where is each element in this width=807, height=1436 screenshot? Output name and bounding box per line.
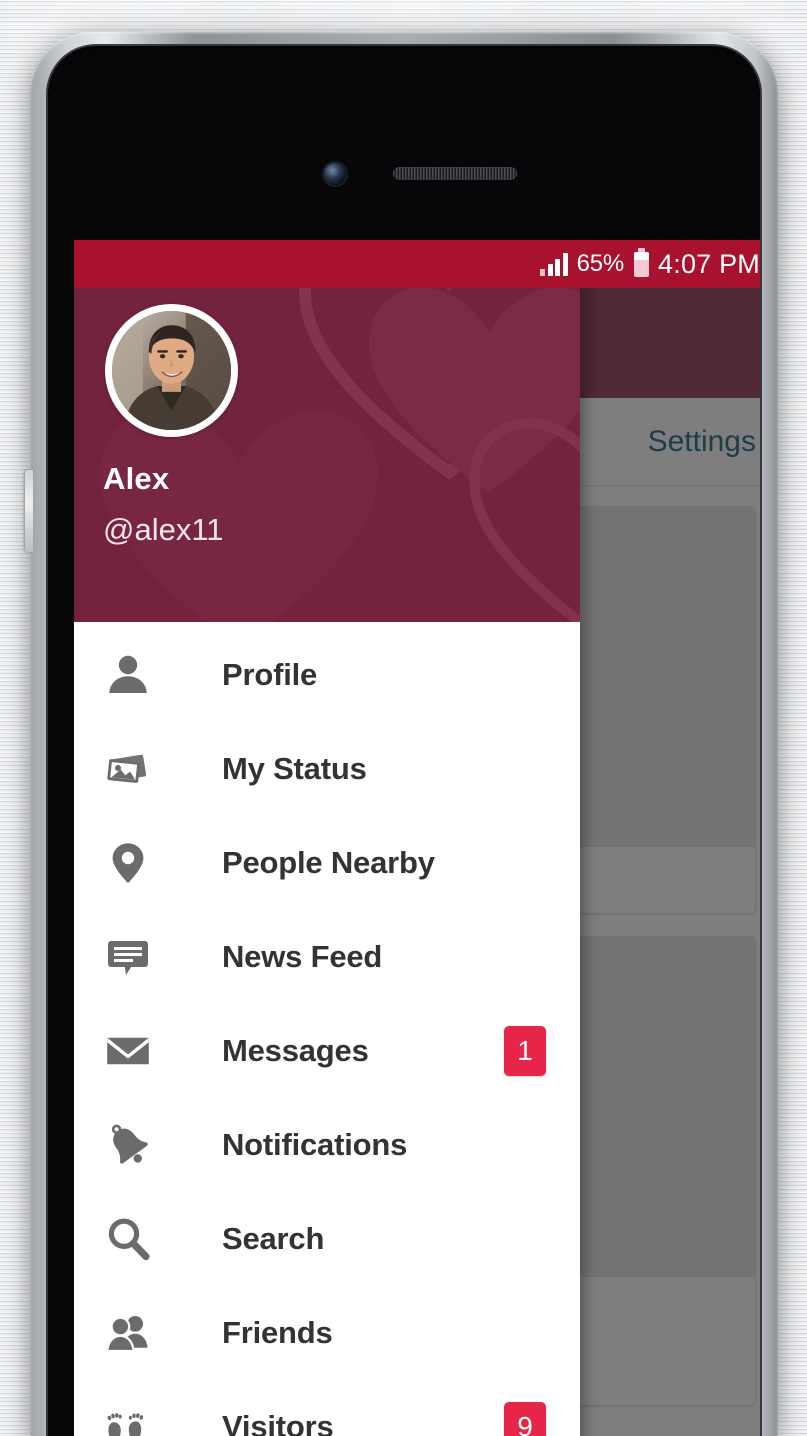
profile-handle: @alex11	[103, 512, 224, 547]
avatar[interactable]	[105, 304, 238, 437]
menu-item-label: Friends	[222, 1315, 333, 1350]
status-badge: 1	[504, 1026, 546, 1076]
clock-label: 4:07 PM	[658, 248, 760, 279]
menu-item-visitors[interactable]: Visitors 9	[74, 1380, 580, 1436]
earpiece-speaker-icon	[393, 167, 517, 180]
menu-item-my-status[interactable]: My Status	[74, 722, 580, 816]
battery-icon	[634, 247, 650, 277]
menu-item-label: News Feed	[222, 939, 383, 974]
battery-percent-label: 65%	[576, 250, 625, 277]
device-screen: Settings a	[74, 240, 760, 1436]
profile-name: Alex	[103, 461, 170, 496]
photos-icon	[104, 745, 166, 793]
menu-item-news-feed[interactable]: News Feed	[74, 910, 580, 1004]
people-icon	[104, 1309, 166, 1357]
signal-bars-icon	[540, 252, 568, 276]
footprints-icon	[104, 1403, 166, 1436]
menu-item-label: People Nearby	[222, 845, 435, 880]
phone-device: Settings a	[25, 32, 778, 1436]
menu-item-messages[interactable]: Messages 1	[74, 1004, 580, 1098]
magnifier-icon	[104, 1215, 166, 1263]
status-badge: 9	[504, 1402, 546, 1436]
menu-item-label: Profile	[222, 657, 318, 692]
menu-item-search[interactable]: Search	[74, 1192, 580, 1286]
phone-side-button[interactable]	[25, 470, 33, 552]
menu-item-label: Messages	[222, 1033, 369, 1068]
menu-item-notifications[interactable]: Notifications	[74, 1098, 580, 1192]
drawer-menu: Profile My Status People Nearby News Fee…	[74, 622, 580, 1436]
status-bar: 65% 4:07 PM	[74, 240, 760, 288]
menu-item-label: Visitors	[222, 1409, 334, 1436]
menu-item-label: Search	[222, 1221, 325, 1256]
menu-item-label: My Status	[222, 751, 367, 786]
menu-item-label: Notifications	[222, 1127, 408, 1162]
avatar-photo	[112, 311, 231, 430]
map-pin-icon	[104, 839, 166, 887]
envelope-icon	[104, 1027, 166, 1075]
menu-item-people-nearby[interactable]: People Nearby	[74, 816, 580, 910]
person-icon	[104, 651, 166, 699]
menu-item-profile[interactable]: Profile	[74, 628, 580, 722]
status-bar-right: 65% 4:07 PM	[540, 247, 760, 280]
bell-icon	[104, 1121, 166, 1169]
navigation-drawer: Alex @alex11 Profile My Status People Ne…	[74, 240, 580, 1436]
menu-item-friends[interactable]: Friends	[74, 1286, 580, 1380]
front-camera-icon	[324, 163, 346, 185]
drawer-header: Alex @alex11	[74, 240, 580, 622]
phone-screen-bezel: Settings a	[48, 46, 760, 1436]
speech-bubble-icon	[104, 933, 166, 981]
